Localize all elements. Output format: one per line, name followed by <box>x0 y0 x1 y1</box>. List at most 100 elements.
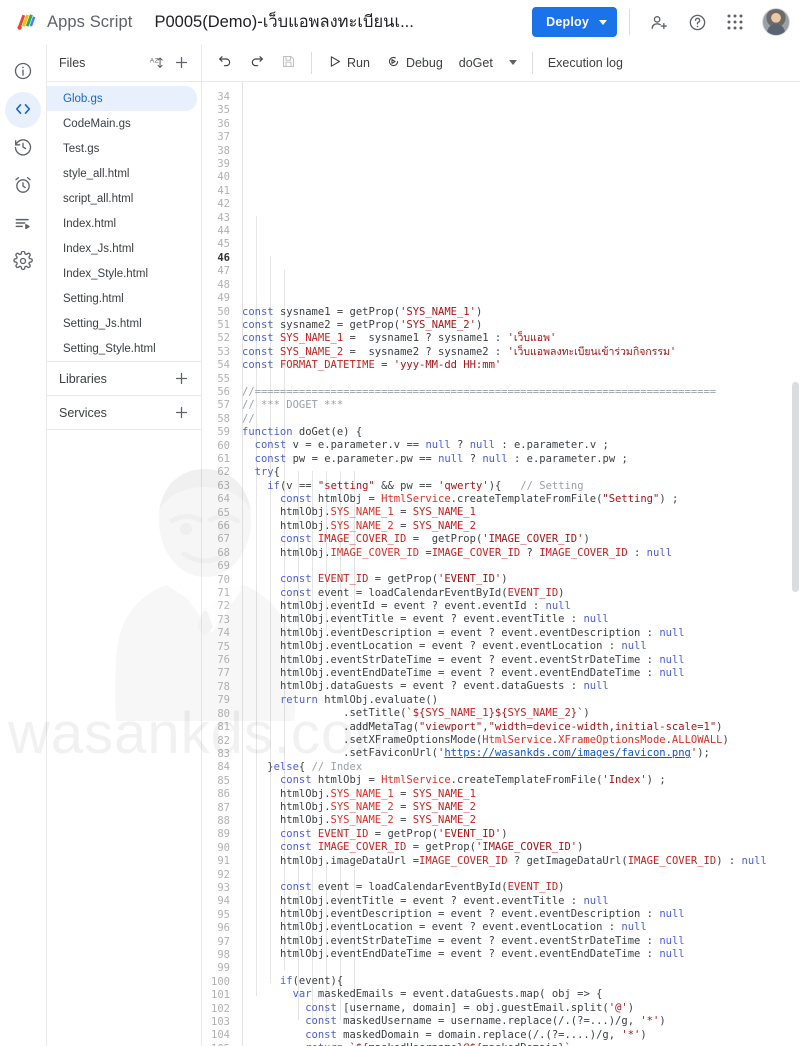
libraries-section[interactable]: Libraries <box>47 361 201 395</box>
file-item[interactable]: Glob.gs <box>47 86 197 111</box>
code-line[interactable]: // *** DOGET *** <box>238 399 800 412</box>
code-line[interactable] <box>238 372 800 385</box>
code-line[interactable]: htmlObj.SYS_NAME_2 = SYS_NAME_2 <box>238 520 800 533</box>
add-file-icon[interactable] <box>169 51 193 75</box>
help-icon[interactable] <box>680 5 714 39</box>
code-line[interactable]: //======================================… <box>238 386 800 399</box>
code-line[interactable]: htmlObj.SYS_NAME_1 = SYS_NAME_1 <box>238 788 800 801</box>
code-line[interactable]: htmlObj.SYS_NAME_1 = SYS_NAME_1 <box>238 506 800 519</box>
sidebar-item-editor[interactable] <box>5 92 41 128</box>
code-line[interactable]: const maskedDomain = domain.replace(/.(?… <box>238 1029 800 1042</box>
code-line[interactable]: htmlObj.eventStrDateTime = event ? event… <box>238 654 800 667</box>
save-button[interactable] <box>274 49 303 77</box>
person-add-icon[interactable] <box>642 5 676 39</box>
function-selector-caret[interactable] <box>502 49 524 77</box>
code-line[interactable]: const maskedUsername = username.replace(… <box>238 1015 800 1028</box>
run-button[interactable]: Run <box>320 49 377 77</box>
code-line[interactable]: const SYS_NAME_1 = sysname1 ? sysname1 :… <box>238 332 800 345</box>
toolbar-divider <box>311 51 312 74</box>
code-line[interactable]: const htmlObj = HtmlService.createTempla… <box>238 493 800 506</box>
code-line[interactable]: if(v == "setting" && pw == 'qwerty'){ //… <box>238 480 800 493</box>
code-line[interactable]: htmlObj.eventDescription = event ? event… <box>238 908 800 921</box>
file-item[interactable]: CodeMain.gs <box>47 111 197 136</box>
deploy-button[interactable]: Deploy <box>532 7 617 37</box>
file-item[interactable]: Index.html <box>47 211 197 236</box>
code-line[interactable]: htmlObj.SYS_NAME_2 = SYS_NAME_2 <box>238 814 800 827</box>
code-line[interactable]: const FORMAT_DATETIME = 'yyy-MM-dd HH:mm… <box>238 359 800 372</box>
code-line[interactable]: const event = loadCalendarEventById(EVEN… <box>238 881 800 894</box>
code-editor[interactable]: 34 35 36 37 38 39 40 41 42 43 44 45 46 47 48 49 50 51 52 53… <box>202 82 800 1046</box>
code-line[interactable] <box>238 868 800 881</box>
code-content[interactable]: const sysname1 = getProp('SYS_NAME_1') co… <box>238 82 800 1046</box>
file-item[interactable]: style_all.html <box>47 161 197 186</box>
code-line[interactable]: htmlObj.eventLocation = event ? event.ev… <box>238 921 800 934</box>
code-line[interactable]: htmlObj.eventTitle = event ? event.event… <box>238 613 800 626</box>
services-section[interactable]: Services <box>47 395 201 429</box>
code-line[interactable]: const SYS_NAME_2 = sysname2 ? sysname2 :… <box>238 346 800 359</box>
project-title[interactable]: P0005(Demo)-เว็บแอพลงทะเบียนเ... <box>154 9 413 35</box>
add-service-icon[interactable] <box>169 401 193 425</box>
code-line[interactable]: try{ <box>238 466 800 480</box>
code-line[interactable]: const EVENT_ID = getProp('EVENT_ID') <box>238 573 800 586</box>
code-line[interactable]: htmlObj.IMAGE_COVER_ID =IMAGE_COVER_ID ?… <box>238 547 800 560</box>
user-avatar[interactable] <box>762 8 790 36</box>
code-line[interactable]: const event = loadCalendarEventById(EVEN… <box>238 587 800 600</box>
sidebar-item-project-history[interactable] <box>5 130 41 166</box>
file-item[interactable]: Index_Js.html <box>47 236 197 261</box>
code-line[interactable] <box>238 560 800 573</box>
code-line[interactable]: htmlObj.SYS_NAME_2 = SYS_NAME_2 <box>238 801 800 814</box>
code-line[interactable]: const v = e.parameter.v == null ? null :… <box>238 439 800 452</box>
sidebar-item-project-settings[interactable] <box>5 244 41 280</box>
function-selector[interactable]: doGet <box>452 49 500 77</box>
sort-az-icon[interactable]: A Z <box>145 51 169 75</box>
vertical-scrollbar[interactable] <box>791 82 800 1046</box>
file-item[interactable]: script_all.html <box>47 186 197 211</box>
redo-button[interactable] <box>242 49 272 77</box>
execution-log-button[interactable]: Execution log <box>541 49 630 77</box>
code-line[interactable]: const sysname2 = getProp('SYS_NAME_2') <box>238 319 800 332</box>
code-line[interactable]: htmlObj.eventStrDateTime = event ? event… <box>238 935 800 948</box>
code-line[interactable]: htmlObj.eventEndDateTime = event ? event… <box>238 667 800 680</box>
file-item[interactable]: Test.gs <box>47 136 197 161</box>
code-line[interactable]: const [username, domain] = obj.guestEmai… <box>238 1002 800 1015</box>
code-line[interactable]: .setXFrameOptionsMode(HtmlService.XFrame… <box>238 734 800 747</box>
code-line[interactable]: const IMAGE_COVER_ID = getProp('IMAGE_CO… <box>238 533 800 546</box>
code-line[interactable]: htmlObj.eventEndDateTime = event ? event… <box>238 948 800 961</box>
code-line[interactable]: return htmlObj.evaluate() <box>238 694 800 707</box>
code-line[interactable]: const EVENT_ID = getProp('EVENT_ID') <box>238 828 800 841</box>
code-line[interactable]: const htmlObj = HtmlService.createTempla… <box>238 774 800 787</box>
file-item[interactable]: Index_Style.html <box>47 261 197 286</box>
code-line[interactable]: .setTitle(`${SYS_NAME_1}${SYS_NAME_2}`) <box>238 707 800 720</box>
code-line[interactable]: // <box>238 413 800 426</box>
code-line[interactable]: .addMetaTag("viewport","width=device-wid… <box>238 721 800 734</box>
apps-grid-icon[interactable] <box>718 5 752 39</box>
sidebar-item-triggers[interactable] <box>5 168 41 204</box>
code-line[interactable]: .setFaviconUrl('https://wasankds.com/ima… <box>238 747 800 760</box>
code-line[interactable]: }else{ // Index <box>238 761 800 774</box>
brand[interactable]: Apps Script <box>14 10 132 34</box>
scrollbar-thumb[interactable] <box>792 382 799 592</box>
code-line[interactable]: var maskedEmails = event.dataGuests.map(… <box>238 988 800 1001</box>
code-line[interactable]: htmlObj.dataGuests = event ? event.dataG… <box>238 680 800 693</box>
code-line[interactable]: htmlObj.eventDescription = event ? event… <box>238 627 800 640</box>
code-line[interactable]: htmlObj.eventId = event ? event.eventId … <box>238 600 800 613</box>
file-item[interactable]: Setting.html <box>47 286 197 311</box>
code-line[interactable]: return `${maskedUsername}@${maskedDomain… <box>238 1042 800 1046</box>
add-library-icon[interactable] <box>169 367 193 391</box>
code-line[interactable]: const IMAGE_COVER_ID = getProp('IMAGE_CO… <box>238 841 800 854</box>
code-line[interactable]: htmlObj.imageDataUrl =IMAGE_COVER_ID ? g… <box>238 855 800 868</box>
code-line[interactable]: if(event){ <box>238 975 800 988</box>
debug-button[interactable]: Debug <box>379 49 450 77</box>
file-item[interactable]: Setting_Js.html <box>47 311 197 336</box>
undo-button[interactable] <box>210 49 240 77</box>
code-line[interactable]: htmlObj.eventTitle = event ? event.event… <box>238 895 800 908</box>
line-number: 89 <box>217 828 230 841</box>
code-line[interactable]: function doGet(e) { <box>238 426 800 439</box>
sidebar-item-executions[interactable] <box>5 206 41 242</box>
code-line[interactable]: htmlObj.eventLocation = event ? event.ev… <box>238 640 800 653</box>
sidebar-item-overview[interactable] <box>5 54 41 90</box>
code-line[interactable] <box>238 962 800 975</box>
code-line[interactable]: const sysname1 = getProp('SYS_NAME_1') <box>238 306 800 319</box>
code-line[interactable]: const pw = e.parameter.pw == null ? null… <box>238 453 800 466</box>
file-item[interactable]: Setting_Style.html <box>47 336 197 361</box>
